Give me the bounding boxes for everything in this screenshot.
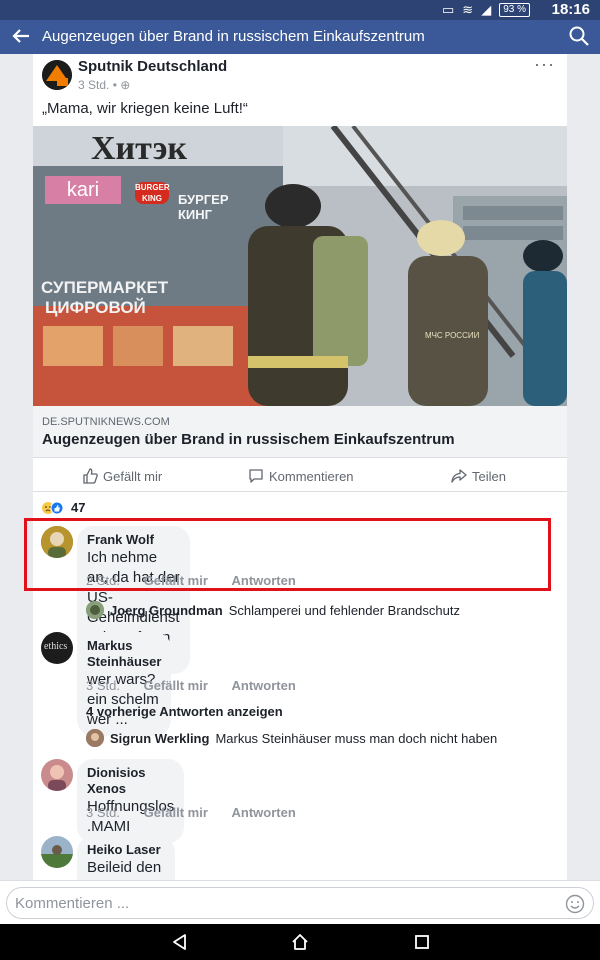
post-card: Sputnik Deutschland 3 Std. • ⊕ ··· „Mama…: [33, 54, 567, 880]
app-bar: Augenzeugen über Brand in russischem Ein…: [0, 20, 600, 54]
back-arrow-icon[interactable]: [10, 25, 32, 47]
post-actions: Gefällt mir Kommentieren Teilen: [33, 458, 567, 492]
comment-time: 3 Std.: [86, 805, 120, 820]
photo-illustration: [33, 126, 567, 406]
wifi-icon: ≋: [462, 2, 474, 17]
status-icons: ▭ ≋ ◢ 93 %: [442, 2, 530, 18]
avatar-text: ethics: [44, 641, 68, 652]
reply-text: Schlamperei und fehlender Brandschutz: [228, 602, 460, 618]
share-button[interactable]: Teilen: [451, 468, 506, 484]
show-previous-replies[interactable]: 4 vorherige Antworten anzeigen: [86, 704, 283, 719]
home-icon[interactable]: [291, 933, 309, 951]
photo-sign-6: МЧС РОССИИ: [425, 331, 480, 340]
post-time: 3 Std. •: [78, 78, 117, 92]
avatar-image: [86, 601, 104, 619]
comment-reply-button[interactable]: Antworten: [232, 678, 296, 693]
system-nav-bar: [0, 924, 600, 960]
comment-meta: 3 Std. Gefällt mir Antworten: [86, 678, 296, 693]
photo-sign-3: БУРГЕР КИНГ: [178, 192, 229, 222]
comment-like-button[interactable]: Gefällt mir: [144, 678, 208, 693]
globe-icon: ⊕: [120, 78, 131, 92]
page-avatar[interactable]: [42, 60, 72, 90]
comment-input[interactable]: Kommentieren ...: [6, 887, 594, 919]
show-previous-label: 4 vorherige Antworten anzeigen: [86, 704, 283, 719]
reply-text: Markus Steinhäuser muss man doch nicht h…: [215, 730, 498, 746]
comment-icon: [249, 469, 263, 483]
photo-sign-5: ЦИФРОВОЙ: [45, 298, 146, 317]
reply-author[interactable]: Joerg Groundman: [110, 603, 223, 618]
comment-author[interactable]: Heiko Laser: [87, 842, 165, 858]
reaction-summary[interactable]: 47: [41, 500, 85, 515]
link-title: Augenzeugen über Brand in russischem Ein…: [42, 431, 455, 448]
comment-reply-button[interactable]: Antworten: [232, 805, 296, 820]
app-bar-title: Augenzeugen über Brand in russischem Ein…: [42, 28, 425, 45]
comment-label: Kommentieren: [269, 468, 354, 484]
share-label: Teilen: [472, 468, 506, 484]
avatar[interactable]: ethics: [41, 632, 73, 664]
avatar-image: [41, 759, 73, 791]
avatar[interactable]: [41, 836, 73, 868]
link-preview[interactable]: DE.SPUTNIKNEWS.COM Augenzeugen über Bran…: [33, 406, 567, 458]
avatar: [86, 601, 104, 619]
comment-time: 3 Std.: [86, 678, 120, 693]
search-icon[interactable]: [568, 25, 590, 47]
clock: 18:16: [551, 1, 590, 18]
reaction-count: 47: [71, 500, 86, 515]
comment-composer: Kommentieren ...: [0, 880, 600, 924]
like-button[interactable]: Gefällt mir: [82, 468, 162, 484]
reply-author[interactable]: Sigrun Werkling: [110, 731, 209, 746]
avatar-image: [86, 729, 104, 747]
avatar: [86, 729, 104, 747]
post-text: „Mama, wir kriegen keine Luft!“: [42, 100, 248, 117]
comment-input-placeholder: Kommentieren ...: [15, 895, 130, 912]
recents-icon[interactable]: [413, 933, 431, 951]
share-icon: [451, 469, 467, 483]
back-triangle-icon[interactable]: [171, 933, 189, 951]
photo-sign-4: СУПЕРМАРКЕТ: [41, 278, 169, 297]
comment-button[interactable]: Kommentieren: [248, 468, 354, 484]
thumbs-up-icon: [83, 468, 98, 484]
link-domain: DE.SPUTNIKNEWS.COM: [42, 416, 170, 428]
signal-icon: ◢: [481, 2, 492, 17]
battery-indicator: 93 %: [499, 3, 530, 17]
reply-joerg-groundman[interactable]: Joerg Groundman Schlamperei und fehlende…: [86, 601, 460, 619]
status-bar: ▭ ≋ ◢ 93 % 18:16: [0, 0, 600, 20]
reply-sigrun-werkling[interactable]: Sigrun Werkling Markus Steinhäuser muss …: [86, 729, 497, 747]
avatar[interactable]: [41, 759, 73, 791]
comment-meta: 3 Std. Gefällt mir Antworten: [86, 805, 296, 820]
comment-bubble: Dionisios Xenos Hoffnungslos .MAMI: [77, 759, 185, 843]
post-photo[interactable]: Хитэк kari BURGER KING БУРГЕР КИНГ СУПЕР…: [33, 126, 567, 406]
photo-sign-3-logo: BURGER KING: [135, 182, 170, 204]
reaction-icons: [42, 501, 64, 514]
notification-icon: ▭: [442, 2, 455, 17]
photo-sign-2: kari: [45, 176, 121, 204]
post-meta: 3 Std. • ⊕: [78, 78, 130, 92]
more-options-icon[interactable]: ···: [534, 54, 555, 75]
comment-like-button[interactable]: Gefällt mir: [144, 805, 208, 820]
photo-sign-1: Хитэк: [91, 130, 187, 167]
avatar-image: [41, 836, 73, 868]
highlight-box: [24, 518, 551, 591]
like-label: Gefällt mir: [103, 468, 163, 484]
sputnik-logo-icon: [42, 60, 72, 90]
comment-author[interactable]: Markus Steinhäuser: [87, 638, 161, 670]
comment-author[interactable]: Dionisios Xenos: [87, 765, 174, 797]
emoji-icon[interactable]: [565, 894, 585, 914]
page-name[interactable]: Sputnik Deutschland: [78, 58, 227, 75]
